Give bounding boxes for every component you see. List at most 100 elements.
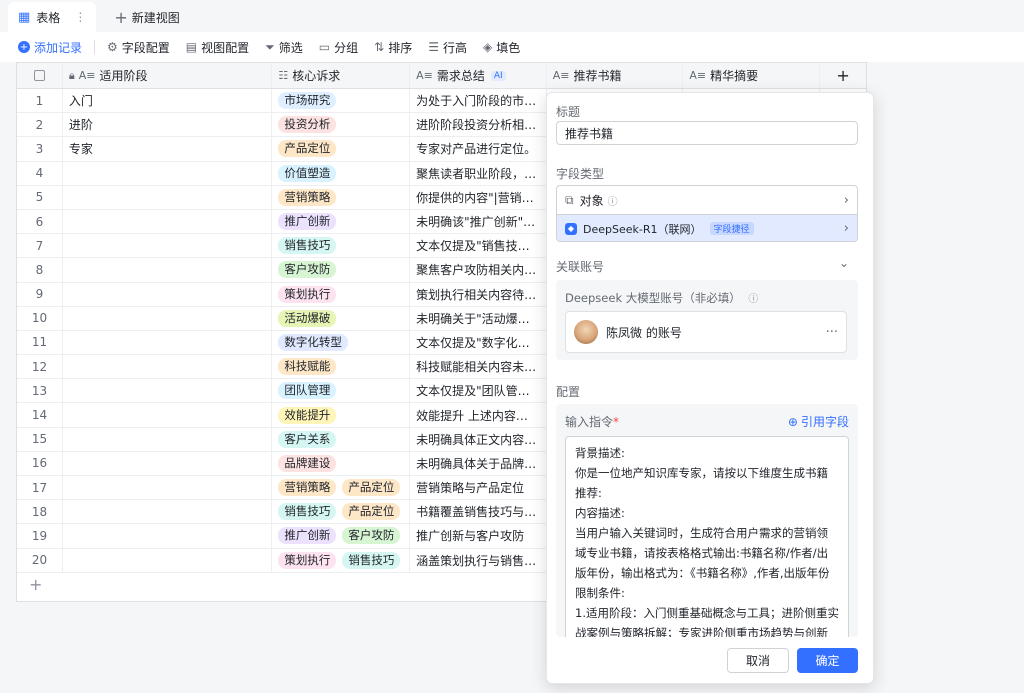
row-height-button[interactable]: ☰ 行高 [428, 39, 467, 56]
core-demand-cell[interactable]: 策划执行 [272, 282, 411, 306]
demand-summary-cell[interactable]: 专家对产品进行定位。 [410, 137, 547, 161]
stage-cell[interactable] [63, 209, 273, 234]
row-number-cell[interactable]: 16 [17, 451, 63, 475]
view-config-button[interactable]: ▤ 视图配置 [186, 39, 249, 56]
column-header-demand-summary[interactable]: A≡ 需求总结 AI [410, 63, 547, 88]
sort-button[interactable]: ⇅ 排序 [374, 39, 412, 56]
stage-cell[interactable] [63, 185, 273, 209]
core-demand-cell[interactable]: 团队管理 [272, 379, 411, 403]
column-header-digest[interactable]: A≡ 精华摘要 [683, 63, 821, 88]
row-number-cell[interactable]: 20 [17, 548, 63, 572]
reference-field-button[interactable]: ⊕ 引用字段 [788, 413, 849, 430]
filter-button[interactable]: ⏷ 筛选 [265, 39, 303, 56]
demand-summary-cell[interactable]: 文本仅提及"团队管理"，... [410, 379, 547, 403]
stage-cell[interactable] [63, 355, 273, 379]
row-number-cell[interactable]: 15 [17, 427, 63, 451]
more-options-icon[interactable]: ··· [826, 325, 838, 340]
stage-cell[interactable] [63, 306, 273, 330]
column-header-stage[interactable]: 🔒︎ A≡ 适用阶段 [63, 63, 273, 88]
row-number-cell[interactable]: 10 [17, 306, 63, 330]
row-number-cell[interactable]: 2 [17, 113, 63, 137]
cancel-button[interactable]: 取消 [727, 648, 789, 673]
column-header-core-demand[interactable]: ☷ 核心诉求 [272, 63, 411, 88]
demand-summary-cell[interactable]: 未明确关于"活动爆破"的... [410, 306, 547, 330]
add-column-button[interactable]: + [820, 63, 866, 88]
core-demand-cell[interactable]: 投资分析 [272, 113, 411, 137]
row-number-cell[interactable]: 4 [17, 161, 63, 185]
demand-summary-cell[interactable]: 进阶阶段投资分析相关... [410, 113, 547, 137]
new-view-button[interactable]: + 新建视图 [104, 2, 189, 32]
instruction-textarea[interactable]: 背景描述: 你是一位地产知识库专家，请按以下维度生成书籍推荐: 内容描述: 当用… [565, 436, 849, 637]
field-config-button[interactable]: ⚙ 字段配置 [107, 39, 170, 56]
core-demand-cell[interactable]: 推广创新 客户攻防 [272, 524, 411, 548]
core-demand-cell[interactable]: 营销策略 [272, 185, 411, 209]
row-number-cell[interactable]: 6 [17, 209, 63, 234]
core-demand-cell[interactable]: 客户关系 [272, 427, 411, 451]
row-number-cell[interactable]: 17 [17, 476, 63, 500]
account-card[interactable]: 陈凤微 的账号 ··· [565, 311, 847, 353]
stage-cell[interactable] [63, 524, 273, 548]
row-number-cell[interactable]: 13 [17, 379, 63, 403]
core-demand-cell[interactable]: 数字化转型 [272, 330, 411, 355]
demand-summary-cell[interactable]: 你提供的内容"|营销策略... [410, 185, 547, 209]
stage-cell[interactable]: 进阶 [63, 113, 273, 137]
row-number-cell[interactable]: 3 [17, 137, 63, 161]
row-number-cell[interactable]: 19 [17, 524, 63, 548]
demand-summary-cell[interactable]: 未明确具体正文内容，... [410, 427, 547, 451]
demand-summary-cell[interactable]: 推广创新与客户攻防 [410, 524, 547, 548]
confirm-button[interactable]: 确定 [797, 648, 858, 673]
field-type-object-option[interactable]: ⧉ 对象 ⓘ › [557, 186, 857, 214]
stage-cell[interactable] [63, 282, 273, 306]
core-demand-cell[interactable]: 营销策略 产品定位 [272, 476, 411, 500]
stage-cell[interactable] [63, 500, 273, 524]
stage-cell[interactable] [63, 379, 273, 403]
row-number-cell[interactable]: 1 [17, 89, 63, 113]
core-demand-cell[interactable]: 品牌建设 [272, 451, 411, 475]
demand-summary-cell[interactable]: 聚焦读者职业阶段，围... [410, 161, 547, 185]
field-title-input[interactable]: 推荐书籍 [556, 121, 858, 145]
demand-summary-cell[interactable]: 文本仅提及"数字化转型"... [410, 330, 547, 355]
stage-cell[interactable] [63, 427, 273, 451]
demand-summary-cell[interactable]: 科技赋能相关内容未展... [410, 355, 547, 379]
demand-summary-cell[interactable]: 文本仅提及"销售技巧"，... [410, 234, 547, 258]
stage-cell[interactable] [63, 330, 273, 355]
stage-cell[interactable] [63, 451, 273, 475]
core-demand-cell[interactable]: 价值塑造 [272, 161, 411, 185]
row-number-cell[interactable]: 9 [17, 282, 63, 306]
demand-summary-cell[interactable]: 效能提升 上述内容即为... [410, 403, 547, 427]
stage-cell[interactable] [63, 258, 273, 282]
demand-summary-cell[interactable]: 未明确具体关于品牌建... [410, 451, 547, 475]
select-all-checkbox[interactable] [33, 70, 45, 81]
core-demand-cell[interactable]: 销售技巧 [272, 234, 411, 258]
row-number-cell[interactable]: 14 [17, 403, 63, 427]
demand-summary-cell[interactable]: 为处于入门阶段的市场... [410, 89, 547, 113]
demand-summary-cell[interactable]: 涵盖策划执行与销售技... [410, 548, 547, 572]
demand-summary-cell[interactable]: 书籍覆盖销售技巧与产... [410, 500, 547, 524]
stage-cell[interactable]: 入门 [63, 89, 273, 113]
row-number-cell[interactable]: 18 [17, 500, 63, 524]
tab-table-view[interactable]: ▦ 表格 ⋮ [8, 2, 97, 32]
core-demand-cell[interactable]: 销售技巧 产品定位 [272, 500, 411, 524]
stage-cell[interactable] [63, 234, 273, 258]
core-demand-cell[interactable]: 客户攻防 [272, 258, 411, 282]
row-number-cell[interactable]: 5 [17, 185, 63, 209]
stage-cell[interactable] [63, 548, 273, 572]
stage-cell[interactable]: 专家 [63, 137, 273, 161]
core-demand-cell[interactable]: 推广创新 [272, 209, 411, 234]
row-number-cell[interactable]: 7 [17, 234, 63, 258]
demand-summary-cell[interactable]: 策划执行相关内容待你... [410, 282, 547, 306]
select-all-cell[interactable] [17, 63, 63, 88]
chevron-down-icon[interactable]: ⌄ [839, 256, 849, 270]
field-type-deepseek-option[interactable]: ◆ DeepSeek-R1（联网） 字段捷径 › [557, 214, 857, 241]
demand-summary-cell[interactable]: 营销策略与产品定位 [410, 476, 547, 500]
demand-summary-cell[interactable]: 聚焦客户攻防相关内容... [410, 258, 547, 282]
fill-color-button[interactable]: ◈ 填色 [483, 39, 520, 56]
column-header-book[interactable]: A≡ 推荐书籍 [547, 63, 684, 88]
stage-cell[interactable] [63, 476, 273, 500]
core-demand-cell[interactable]: 市场研究 [272, 89, 411, 113]
core-demand-cell[interactable]: 科技赋能 [272, 355, 411, 379]
core-demand-cell[interactable]: 活动爆破 [272, 306, 411, 330]
add-record-button[interactable]: + 添加记录 [18, 39, 82, 56]
core-demand-cell[interactable]: 产品定位 [272, 137, 411, 161]
more-options-icon[interactable]: ⋮ [74, 10, 86, 24]
